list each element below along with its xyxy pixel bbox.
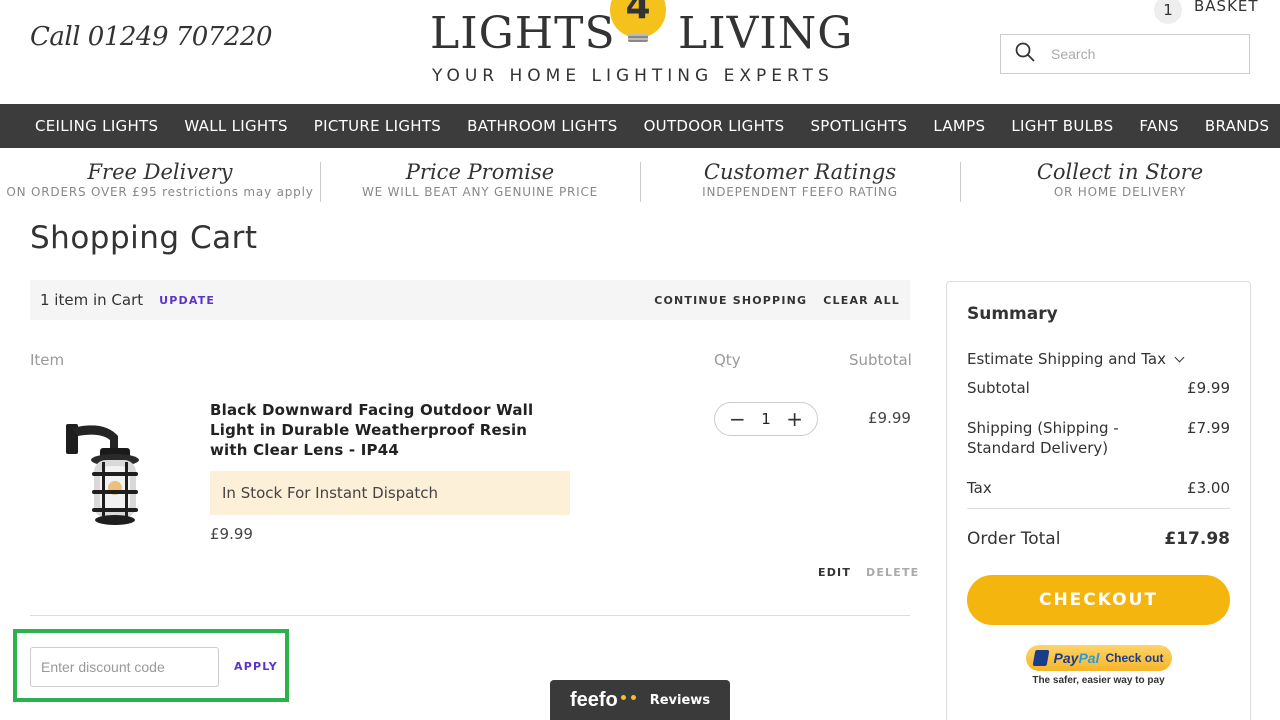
nav-item-outdoor-lights[interactable]: OUTDOOR LIGHTS xyxy=(631,117,798,135)
shipping-value: £7.99 xyxy=(1187,419,1230,437)
page-title: Shopping Cart xyxy=(30,220,258,256)
summary-row-total: Order Total £17.98 xyxy=(967,529,1230,549)
usp-free-delivery[interactable]: Free Delivery ON ORDERS OVER £95 restric… xyxy=(0,160,320,204)
logo-tagline: YOUR HOME LIGHTING EXPERTS xyxy=(432,66,834,86)
discount-code-input[interactable] xyxy=(30,647,219,687)
usp-title: Customer Ratings xyxy=(703,160,897,184)
divider xyxy=(30,615,910,616)
column-header-qty: Qty xyxy=(714,351,741,369)
nav-item-picture-lights[interactable]: PICTURE LIGHTS xyxy=(301,117,454,135)
nav-item-ceiling-lights[interactable]: CEILING LIGHTS xyxy=(22,117,171,135)
nav-item-bathroom-lights[interactable]: BATHROOM LIGHTS xyxy=(454,117,630,135)
lightbulb-icon: 4 xyxy=(610,0,666,46)
feefo-eyes-icon xyxy=(618,692,638,702)
search-box[interactable] xyxy=(1000,34,1250,74)
order-total-value: £17.98 xyxy=(1164,529,1230,549)
product-name-link[interactable]: Black Downward Facing Outdoor Wall Light… xyxy=(210,400,570,460)
feefo-reviews-tab[interactable]: feefo Reviews xyxy=(550,680,730,720)
summary-row-tax: Tax £3.00 xyxy=(967,478,1230,498)
paypal-word-pal: Pal xyxy=(1078,650,1100,666)
estimate-shipping-toggle[interactable]: Estimate Shipping and Tax xyxy=(967,350,1230,368)
paypal-checkout-button[interactable]: PayPal Check out xyxy=(1025,645,1172,671)
summary-divider xyxy=(967,508,1230,509)
usp-title: Free Delivery xyxy=(87,160,233,184)
basket-count-badge: 1 xyxy=(1154,0,1182,24)
paypal-word-pay: Pay xyxy=(1053,650,1079,666)
nav-item-brands[interactable]: BRANDS xyxy=(1192,117,1280,135)
tax-label: Tax xyxy=(967,479,992,497)
nav-item-wall-lights[interactable]: WALL LIGHTS xyxy=(171,117,300,135)
basket-label: BASKET xyxy=(1194,0,1259,15)
usp-price-promise[interactable]: Price Promise WE WILL BEAT ANY GENUINE P… xyxy=(320,160,640,204)
phone-number[interactable]: Call 01249 707220 xyxy=(30,22,273,52)
cart-item-count: 1 item in Cart xyxy=(40,291,144,309)
quantity-stepper: − 1 + xyxy=(714,402,818,436)
chevron-down-icon xyxy=(1174,352,1185,362)
paypal-checkout-label: Check out xyxy=(1105,651,1164,665)
search-input[interactable] xyxy=(1051,46,1231,62)
search-icon[interactable] xyxy=(1015,42,1035,66)
site-logo[interactable]: LIGHTS 4 LIVING YOUR HOME LIGHTING EXPER… xyxy=(420,0,860,100)
stock-status: In Stock For Instant Dispatch xyxy=(210,471,570,515)
column-header-item: Item xyxy=(30,351,65,369)
nav-item-light-bulbs[interactable]: LIGHT BULBS xyxy=(998,117,1126,135)
column-header-subtotal: Subtotal xyxy=(849,351,912,369)
logo-number: 4 xyxy=(625,0,651,27)
logo-word-living: LIVING xyxy=(678,8,854,59)
feefo-reviews-label: Reviews xyxy=(649,692,711,708)
paypal-icon xyxy=(1032,650,1049,666)
usp-customer-ratings[interactable]: Customer Ratings INDEPENDENT FEEFO RATIN… xyxy=(640,160,960,204)
edit-item-button[interactable]: EDIT xyxy=(818,566,851,579)
usp-subtitle: OR HOME DELIVERY xyxy=(1053,185,1187,199)
nav-item-lamps[interactable]: LAMPS xyxy=(920,117,998,135)
feefo-logo: feefo xyxy=(570,689,638,712)
continue-shopping-button[interactable]: CONTINUE SHOPPING xyxy=(654,294,807,307)
product-image[interactable] xyxy=(56,410,156,534)
qty-increase-button[interactable]: + xyxy=(786,409,803,429)
qty-decrease-button[interactable]: − xyxy=(729,409,746,429)
summary-title: Summary xyxy=(967,304,1058,324)
main-nav: CEILING LIGHTS WALL LIGHTS PICTURE LIGHT… xyxy=(0,104,1280,148)
clear-all-button[interactable]: CLEAR ALL xyxy=(823,294,900,307)
usp-subtitle: ON ORDERS OVER £95 restrictions may appl… xyxy=(6,185,314,199)
qty-value[interactable]: 1 xyxy=(761,410,771,428)
checkout-button[interactable]: CHECKOUT xyxy=(967,575,1230,625)
usp-subtitle: WE WILL BEAT ANY GENUINE PRICE xyxy=(361,185,599,199)
summary-row-subtotal: Subtotal £9.99 xyxy=(967,378,1230,398)
paypal-tagline: The safer, easier way to pay xyxy=(1032,675,1165,686)
apply-discount-button[interactable]: APPLY xyxy=(234,660,278,673)
usp-bar: Free Delivery ON ORDERS OVER £95 restric… xyxy=(0,160,1280,204)
usp-collect-in-store[interactable]: Collect in Store OR HOME DELIVERY xyxy=(960,160,1280,204)
nav-item-fans[interactable]: FANS xyxy=(1126,117,1191,135)
delete-item-button[interactable]: DELETE xyxy=(866,566,919,579)
usp-title: Collect in Store xyxy=(1036,160,1204,184)
subtotal-value: £9.99 xyxy=(1187,379,1230,397)
unit-price: £9.99 xyxy=(210,525,253,543)
feefo-logo-text: feefo xyxy=(569,688,618,711)
order-summary-panel: Summary Estimate Shipping and Tax Subtot… xyxy=(946,281,1251,720)
usp-subtitle: INDEPENDENT FEEFO RATING xyxy=(702,185,898,199)
usp-title: Price Promise xyxy=(405,160,555,184)
estimate-shipping-label: Estimate Shipping and Tax xyxy=(967,350,1166,368)
basket-link[interactable]: 1 BASKET xyxy=(1154,0,1259,24)
update-cart-button[interactable]: UPDATE xyxy=(159,294,215,307)
line-subtotal: £9.99 xyxy=(868,409,911,427)
order-total-label: Order Total xyxy=(967,529,1061,549)
cart-toolbar: 1 item in Cart UPDATE CONTINUE SHOPPING … xyxy=(30,280,910,320)
logo-word-lights: LIGHTS xyxy=(430,8,616,59)
tax-value: £3.00 xyxy=(1187,479,1230,497)
nav-item-spotlights[interactable]: SPOTLIGHTS xyxy=(797,117,920,135)
summary-row-shipping: Shipping (Shipping - Standard Delivery) … xyxy=(967,418,1230,458)
shipping-label: Shipping (Shipping - Standard Delivery) xyxy=(967,419,1119,457)
subtotal-label: Subtotal xyxy=(967,379,1030,397)
